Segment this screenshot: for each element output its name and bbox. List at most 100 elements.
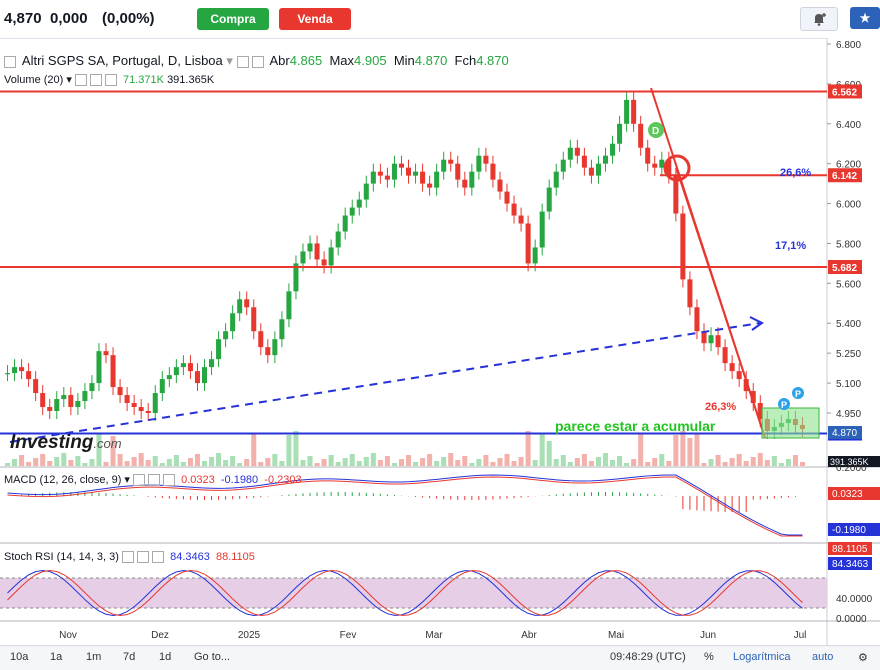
range-1d[interactable]: 1d [159, 651, 171, 663]
volume-bar [708, 459, 714, 466]
volume-bar [258, 462, 264, 466]
candle [462, 179, 468, 188]
candle [152, 393, 158, 413]
volume-bar [82, 463, 88, 466]
candle [567, 147, 573, 160]
x-tick-label: Mai [608, 630, 624, 641]
candle [159, 379, 165, 394]
settings-small-icon[interactable] [148, 474, 161, 487]
auto-toggle[interactable]: auto [812, 651, 833, 663]
close-small-icon[interactable] [163, 474, 176, 487]
volume-bar [666, 461, 672, 466]
volume-bar [595, 457, 601, 466]
volume-bar [771, 456, 777, 466]
percent-toggle[interactable]: % [704, 651, 714, 663]
candle [370, 171, 376, 184]
collapse-icon[interactable] [4, 55, 16, 68]
candle [258, 331, 264, 348]
candle [251, 307, 257, 332]
candle [300, 251, 306, 264]
volume-bar [300, 460, 306, 466]
trendline-arrow-icon [749, 316, 764, 331]
volume-bar [391, 463, 397, 466]
volume-bar [532, 460, 538, 466]
x-tick-label: Abr [521, 630, 537, 641]
close-small-icon[interactable] [104, 74, 117, 87]
candle [377, 171, 383, 176]
x-tick-label: 2025 [238, 630, 261, 641]
sell-button[interactable]: Venda [279, 8, 351, 30]
annotation-text: parece estar a acumular [555, 418, 716, 434]
volume-bar [525, 431, 531, 466]
level-price-label: 6.562 [832, 87, 857, 98]
candle [469, 171, 475, 188]
volume-bar [476, 459, 482, 466]
stoch-label: Stoch RSI (14, 14, 3, 3) [4, 551, 119, 563]
candle [237, 299, 243, 314]
price-tick-label: 5.250 [836, 349, 861, 360]
macd-line-tag-label: -0.1980 [832, 525, 866, 536]
volume-bar [778, 463, 784, 466]
open-value: 4.865 [289, 53, 323, 68]
volume-bar [103, 462, 109, 466]
close-value: 4.870 [476, 53, 509, 68]
x-tick-label: Jun [700, 630, 716, 641]
x-tick-label: Fev [340, 630, 357, 641]
volume-bar [624, 463, 630, 466]
range-10a[interactable]: 10a [10, 651, 28, 663]
buy-button[interactable]: Compra [197, 8, 269, 30]
settings-small-icon[interactable] [137, 551, 150, 564]
candle [117, 387, 123, 396]
goto-button[interactable]: Go to... [194, 651, 230, 663]
watermark-suffix: .com [93, 436, 122, 451]
volume-bar [652, 458, 658, 466]
x-tick-label: Nov [59, 630, 77, 641]
visibility-icon[interactable] [133, 474, 146, 487]
candle [342, 215, 348, 232]
candle [574, 147, 580, 156]
close-small-icon[interactable] [152, 551, 165, 564]
volume-bar [764, 460, 770, 466]
bottom-toolbar: 10a 1a 1m 7d 1d Go to... 09:48:29 (UTC) … [0, 645, 880, 670]
volume-bar [645, 462, 651, 466]
settings-small-icon[interactable] [251, 55, 264, 68]
candle [448, 159, 454, 164]
volume-bar [434, 461, 440, 466]
visibility-icon[interactable] [236, 55, 249, 68]
gear-icon[interactable]: ⚙ [858, 651, 868, 664]
range-1a[interactable]: 1a [50, 651, 62, 663]
volume-bar [729, 458, 735, 466]
candle [708, 335, 714, 344]
candle [518, 215, 524, 224]
volume-bar [441, 457, 447, 466]
range-7d[interactable]: 7d [123, 651, 135, 663]
volume-bar [124, 461, 130, 466]
volume-bar [792, 455, 798, 466]
visibility-icon[interactable] [74, 74, 87, 87]
candle [124, 395, 130, 404]
pct-label-low: 26,3% [705, 401, 736, 413]
stoch-k-tag-label: 84.3463 [832, 559, 869, 570]
volume-bar [40, 454, 46, 466]
candle [490, 163, 496, 180]
volume-bar [75, 456, 81, 466]
candle [244, 299, 250, 308]
candle [687, 279, 693, 308]
volume-bar [47, 461, 53, 466]
volume-bar [588, 461, 594, 466]
log-toggle[interactable]: Logarítmica [733, 651, 790, 663]
candle [736, 371, 742, 380]
header-change-pct: (0,00%) [102, 10, 155, 27]
candle [441, 159, 447, 172]
candle [68, 395, 74, 408]
visibility-icon[interactable] [122, 551, 135, 564]
candle [631, 99, 637, 124]
watchlist-star-button[interactable]: ★ [850, 7, 880, 29]
candle [398, 163, 404, 168]
range-1m[interactable]: 1m [86, 651, 101, 663]
volume-bar [490, 462, 496, 466]
add-alert-button[interactable] [800, 7, 838, 31]
candle [715, 335, 721, 348]
volume-bar [230, 456, 236, 466]
settings-small-icon[interactable] [89, 74, 102, 87]
